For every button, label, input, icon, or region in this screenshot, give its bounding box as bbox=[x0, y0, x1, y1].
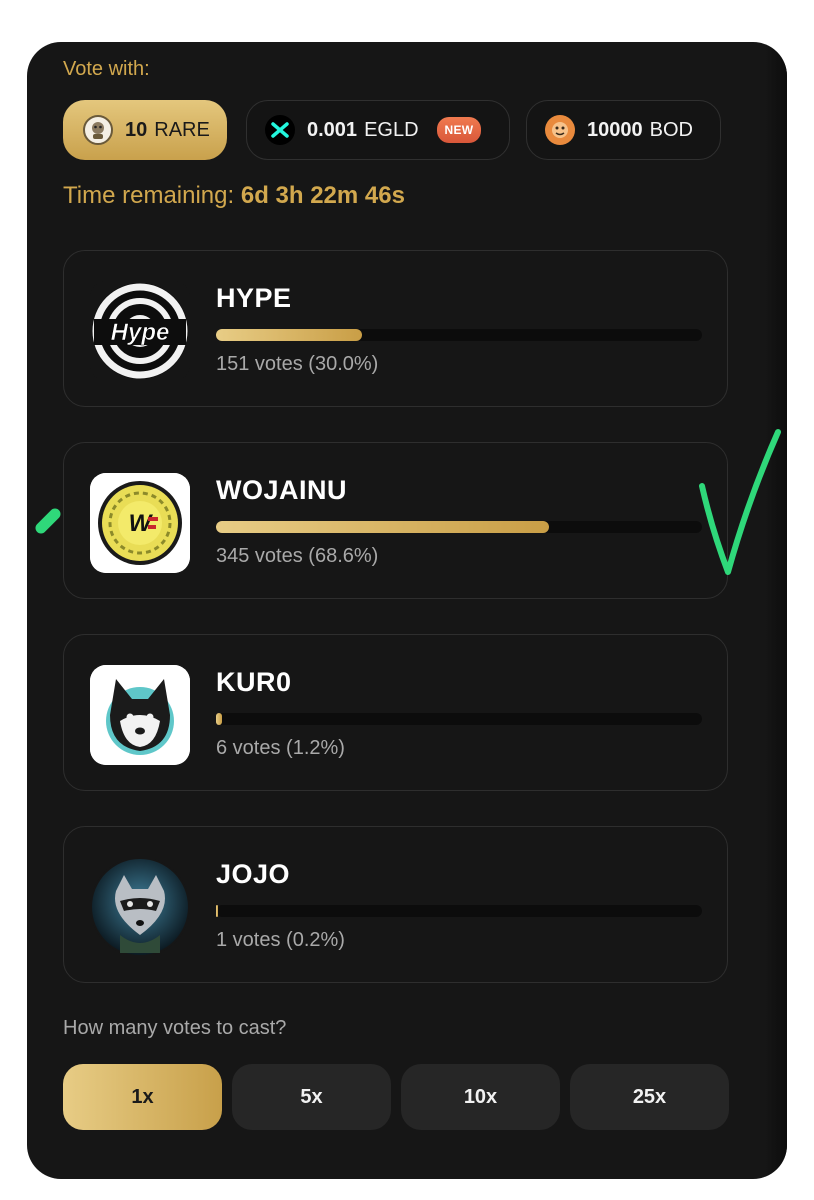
annotation-dash bbox=[35, 508, 61, 534]
annotation-layer bbox=[35, 429, 781, 575]
annotation-checkmark bbox=[699, 429, 781, 575]
